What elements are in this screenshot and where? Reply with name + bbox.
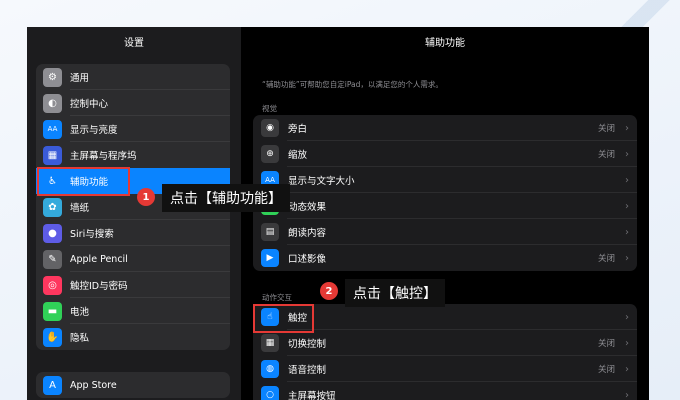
sidebar-item-siri[interactable]: ● Siri与搜索 — [36, 220, 230, 246]
voiceover-icon: ◉ — [261, 119, 279, 137]
sidebar-item-fingerprint[interactable]: ◎ 触控ID与密码 — [36, 272, 230, 298]
accessibility-description: “辅助功能”可帮助您自定iPad，以满足您的个人需求。 — [262, 80, 443, 89]
setting-row-audio-description[interactable]: ▶ 口述影像 关闭 › — [253, 245, 637, 271]
step2-highlight-box — [253, 304, 314, 333]
chevron-right-icon: › — [625, 226, 629, 238]
setting-value: 关闭 — [597, 254, 615, 264]
control-center-icon: ◐ — [43, 93, 62, 113]
sidebar-item-pencil[interactable]: ✎ Apple Pencil — [36, 246, 230, 272]
sidebar-item-control-center[interactable]: ◐ 控制中心 — [36, 90, 230, 116]
home-screen-icon: ▦ — [43, 145, 62, 165]
sidebar-item-label: Apple Pencil — [70, 253, 128, 265]
zoom-icon: ⊕ — [261, 145, 279, 163]
settings-sidebar: 设置 ⚙ 通用 ◐ 控制中心 AA 显示与亮度 ▦ 主屏幕与程序坞 ♿ 辅助功能 ✿ 墙纸 ● Siri与… — [27, 27, 241, 400]
step1-badge: 1 — [137, 188, 155, 206]
chevron-right-icon: › — [625, 337, 629, 349]
wallpaper-icon: ✿ — [43, 197, 62, 217]
setting-row-text-size[interactable]: AA 显示与文字大小 › — [253, 167, 637, 193]
sidebar-group-store: A App Store — [36, 372, 230, 398]
setting-value: 关闭 — [597, 365, 615, 375]
sidebar-item-gear[interactable]: ⚙ 通用 — [36, 64, 230, 90]
sidebar-item-label: 显示与亮度 — [70, 125, 118, 136]
switch-control-icon: ▦ — [261, 334, 279, 352]
sidebar-item-label: 触控ID与密码 — [70, 281, 128, 292]
sidebar-item-display[interactable]: AA 显示与亮度 — [36, 116, 230, 142]
interaction-section-label: 动作交互 — [262, 293, 292, 302]
chevron-right-icon: › — [625, 389, 629, 400]
vision-group: ◉旁白关闭›⊕缩放关闭›AA显示与文字大小›◌动态效果›▤朗读内容›▶口述影像关… — [253, 115, 637, 271]
step2-badge: 2 — [320, 282, 338, 300]
sidebar-item-label: 墙纸 — [70, 203, 90, 214]
chevron-right-icon: › — [625, 148, 629, 160]
sidebar-item-label: App Store — [70, 379, 117, 391]
chevron-right-icon: › — [625, 252, 629, 264]
setting-label: 切换控制 — [288, 339, 327, 350]
sidebar-item-label: 通用 — [70, 73, 90, 84]
audio-description-icon: ▶ — [261, 249, 279, 267]
spoken-content-icon: ▤ — [261, 223, 279, 241]
setting-row-home-button[interactable]: ○ 主屏幕按钮 › — [253, 382, 637, 400]
fingerprint-icon: ◎ — [43, 275, 62, 295]
step1-highlight-box — [37, 167, 130, 196]
sidebar-item-label: 主屏幕与程序坞 — [70, 151, 137, 162]
chevron-right-icon: › — [625, 363, 629, 375]
step1-callout: 点击【辅助功能】 — [162, 184, 290, 212]
sidebar-item-app-store[interactable]: A App Store — [36, 372, 230, 398]
accessibility-panel: 辅助功能 “辅助功能”可帮助您自定iPad，以满足您的个人需求。 视觉 ◉ 旁白关… — [241, 27, 649, 400]
siri-icon: ● — [43, 223, 62, 243]
setting-label: 旁白 — [288, 124, 308, 135]
voice-control-icon: ◍ — [261, 360, 279, 378]
setting-row-switch-control[interactable]: ▦ 切换控制 关闭 › — [253, 330, 637, 356]
chevron-right-icon: › — [625, 311, 629, 323]
setting-value: 关闭 — [597, 124, 615, 134]
gear-icon: ⚙ — [43, 67, 62, 87]
page-title: 辅助功能 — [425, 38, 465, 49]
vision-section-label: 视觉 — [262, 104, 277, 113]
setting-row-motion[interactable]: ◌动态效果› — [253, 193, 637, 219]
setting-value: 关闭 — [597, 150, 615, 160]
sidebar-item-privacy-hand[interactable]: ✋ 隐私 — [36, 324, 230, 350]
chevron-right-icon: › — [625, 122, 629, 134]
setting-label: 语音控制 — [288, 365, 327, 376]
sidebar-item-label: 隐私 — [70, 333, 90, 344]
sidebar-item-battery[interactable]: ▬ 电池 — [36, 298, 230, 324]
home-button-icon: ○ — [261, 386, 279, 400]
chevron-right-icon: › — [625, 200, 629, 212]
sidebar-item-home-screen[interactable]: ▦ 主屏幕与程序坞 — [36, 142, 230, 168]
setting-row-spoken-content[interactable]: ▤ 朗读内容 › — [253, 219, 637, 245]
sidebar-item-label: Siri与搜索 — [70, 229, 114, 240]
app-store-icon: A — [43, 375, 62, 395]
setting-row-zoom[interactable]: ⊕ 缩放 关闭 › — [253, 141, 637, 167]
setting-label: 动态效果 — [288, 202, 327, 213]
setting-label: 缩放 — [288, 150, 308, 161]
sidebar-item-label: 电池 — [70, 307, 90, 318]
step2-callout: 点击【触控】 — [345, 279, 445, 307]
sidebar-item-label: 控制中心 — [70, 99, 109, 110]
ipad-screen: 设置 ⚙ 通用 ◐ 控制中心 AA 显示与亮度 ▦ 主屏幕与程序坞 ♿ 辅助功能 ✿ 墙纸 ● Siri与… — [27, 27, 649, 400]
privacy-hand-icon: ✋ — [43, 327, 62, 347]
setting-label: 口述影像 — [288, 254, 327, 265]
sidebar-title: 设置 — [124, 38, 144, 49]
setting-row-voiceover[interactable]: ◉ 旁白 关闭 › — [253, 115, 637, 141]
setting-value: 关闭 — [597, 339, 615, 349]
setting-row-voice-control[interactable]: ◍ 语音控制 关闭 › — [253, 356, 637, 382]
setting-label: 显示与文字大小 — [288, 176, 355, 187]
battery-icon: ▬ — [43, 301, 62, 321]
setting-label: 主屏幕按钮 — [288, 391, 336, 400]
pencil-icon: ✎ — [43, 249, 62, 269]
setting-label: 朗读内容 — [288, 228, 327, 239]
chevron-right-icon: › — [625, 174, 629, 186]
display-icon: AA — [43, 119, 62, 139]
